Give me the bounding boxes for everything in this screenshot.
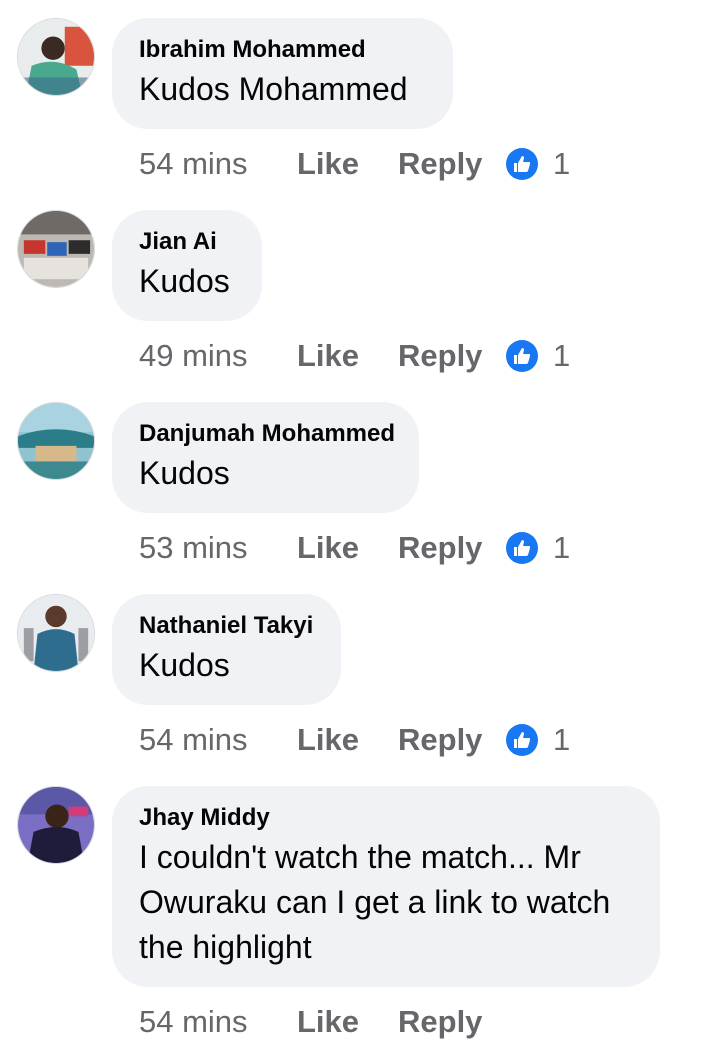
comment-bubble: Ibrahim Mohammed Kudos Mohammed <box>112 18 453 129</box>
thumbs-up-icon <box>506 148 538 180</box>
comment-bubble: Nathaniel Takyi Kudos <box>112 594 341 705</box>
avatar[interactable] <box>17 18 95 96</box>
thumbs-up-icon <box>506 340 538 372</box>
reaction-count: 1 <box>553 722 571 757</box>
reaction-summary[interactable]: 1 <box>506 722 570 758</box>
comment-bubble: Jian Ai Kudos <box>112 210 262 321</box>
reply-button[interactable]: Reply <box>398 530 506 566</box>
comment-text: I couldn't watch the match... Mr Owuraku… <box>139 839 611 965</box>
comment-text: Kudos <box>139 263 230 299</box>
like-button[interactable]: Like <box>297 146 398 182</box>
comment-actions: 54 mins Like Reply 1 <box>139 720 570 760</box>
like-button[interactable]: Like <box>297 722 398 758</box>
comment-author[interactable]: Nathaniel Takyi <box>139 613 314 639</box>
thumbs-up-icon <box>506 724 538 756</box>
avatar[interactable] <box>17 210 95 288</box>
like-button[interactable]: Like <box>297 530 398 566</box>
like-button[interactable]: Like <box>297 1004 398 1040</box>
comment-text: Kudos <box>139 647 230 683</box>
comment-text: Kudos <box>139 455 230 491</box>
comment-bubble: Danjumah Mohammed Kudos <box>112 402 419 513</box>
reaction-summary[interactable]: 1 <box>506 338 570 374</box>
comment-timestamp[interactable]: 54 mins <box>139 146 297 182</box>
reaction-count: 1 <box>553 530 571 565</box>
comment-actions: 54 mins Like Reply <box>139 1002 506 1042</box>
reply-button[interactable]: Reply <box>398 146 506 182</box>
like-button[interactable]: Like <box>297 338 398 374</box>
comment-author[interactable]: Ibrahim Mohammed <box>139 37 426 63</box>
reply-button[interactable]: Reply <box>398 1004 506 1040</box>
reaction-summary[interactable]: 1 <box>506 530 570 566</box>
comment-actions: 53 mins Like Reply 1 <box>139 528 570 568</box>
comment-author[interactable]: Jhay Middy <box>139 805 633 831</box>
comment-actions: 49 mins Like Reply 1 <box>139 336 570 376</box>
reaction-count: 1 <box>553 146 571 181</box>
comment-author[interactable]: Jian Ai <box>139 229 235 255</box>
thumbs-up-icon <box>506 532 538 564</box>
comment-timestamp[interactable]: 54 mins <box>139 1004 297 1040</box>
avatar[interactable] <box>17 402 95 480</box>
avatar[interactable] <box>17 786 95 864</box>
comment-bubble: Jhay Middy I couldn't watch the match...… <box>112 786 660 987</box>
comment-author[interactable]: Danjumah Mohammed <box>139 421 395 447</box>
reaction-summary[interactable]: 1 <box>506 146 570 182</box>
reaction-count: 1 <box>553 338 571 373</box>
comment-text: Kudos Mohammed <box>139 71 408 107</box>
reply-button[interactable]: Reply <box>398 722 506 758</box>
comment-timestamp[interactable]: 54 mins <box>139 722 297 758</box>
comment-timestamp[interactable]: 53 mins <box>139 530 297 566</box>
comment-actions: 54 mins Like Reply 1 <box>139 144 570 184</box>
avatar[interactable] <box>17 594 95 672</box>
reply-button[interactable]: Reply <box>398 338 506 374</box>
comment-timestamp[interactable]: 49 mins <box>139 338 297 374</box>
